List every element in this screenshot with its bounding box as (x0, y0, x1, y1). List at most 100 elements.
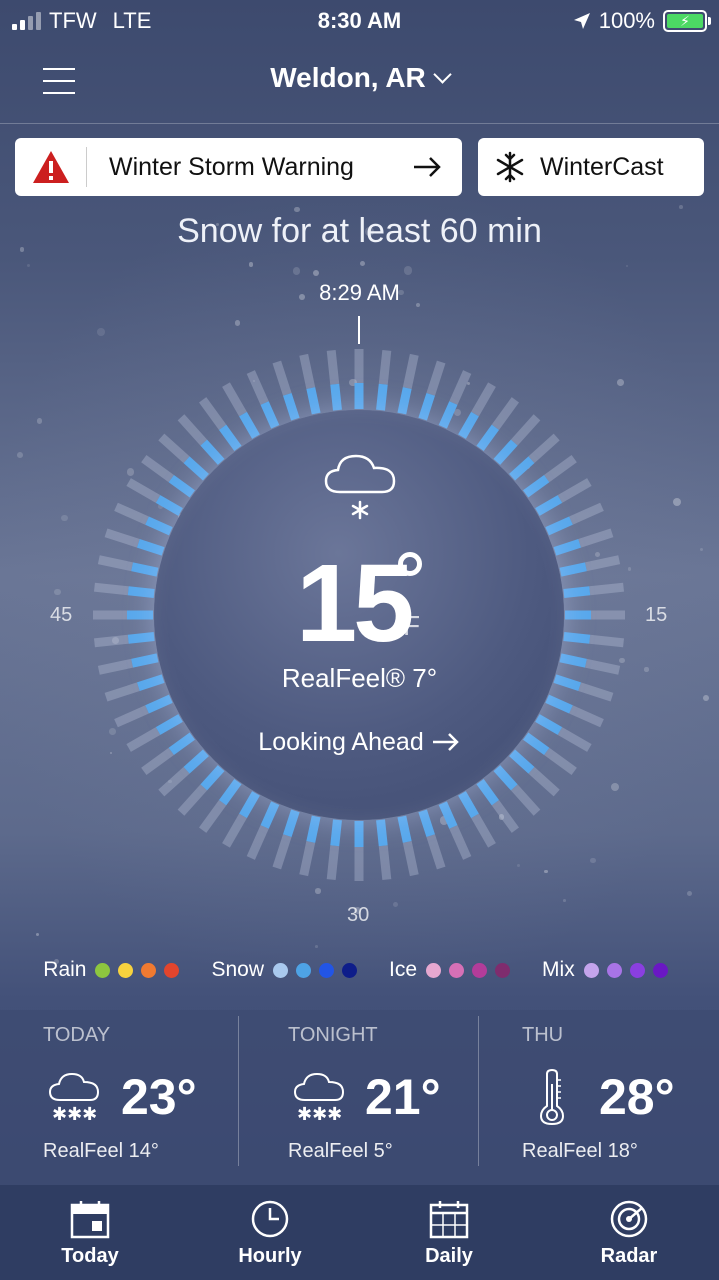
minute-tick-snow (127, 632, 155, 644)
minute-tick-snow (563, 632, 591, 644)
location-arrow-icon (573, 13, 590, 29)
minute-tick-snow (545, 516, 573, 536)
minute-tick-outer (272, 360, 292, 396)
minute-tick-snow (145, 694, 173, 714)
forecast-today[interactable]: TODAY ✱✱✱ 23° RealFeel 14° (0, 1010, 238, 1185)
tab-hourly[interactable]: Hourly (180, 1185, 360, 1280)
snow-particle (315, 888, 321, 894)
snow-particle (158, 504, 164, 510)
snow-particle (198, 469, 204, 475)
forecast-temp: 28° (599, 1069, 675, 1125)
snow-particle (292, 267, 301, 275)
minute-tick-snow (168, 474, 195, 498)
minute-tick-outer (471, 813, 496, 848)
current-temperature: 15 (296, 542, 414, 665)
legend-color-dot (583, 962, 599, 978)
scale-label-30: 30 (347, 904, 370, 926)
minute-tick-outer (199, 397, 227, 430)
snow-particle (97, 328, 105, 336)
minute-tick-outer (104, 528, 140, 548)
minute-tick-outer (426, 360, 446, 396)
minute-tick-outer (378, 845, 392, 881)
minute-tick-outer (141, 455, 174, 483)
minute-tick-outer (114, 705, 149, 728)
snow-particle (702, 695, 709, 702)
precip-message: Snow for at least 60 min (177, 212, 542, 250)
minute-tick-snow (397, 387, 412, 415)
minute-tick-outer (402, 840, 419, 877)
snow-particle (234, 319, 241, 326)
precip-legend: Rain Snow Ice Mix (0, 958, 719, 982)
forecast-realfeel: RealFeel 14° (43, 1140, 159, 1162)
legend-color-dot (296, 962, 312, 978)
legend-color-dot (164, 962, 180, 978)
forecast-tonight[interactable]: TONIGHT ✱✱✱ 21° RealFeel 5° (239, 1010, 478, 1185)
minute-tick-outer (589, 634, 625, 648)
minute-tick-snow (458, 791, 479, 819)
snow-particle (453, 408, 461, 416)
legend-color-dot (273, 962, 289, 978)
forecast-strip: TODAY ✱✱✱ 23° RealFeel 14° TONIGHT ✱✱✱ 2… (0, 1010, 719, 1185)
forecast-title: TODAY (43, 1024, 111, 1046)
minute-tick-outer (246, 825, 269, 860)
legend-color-dot (606, 962, 622, 978)
tab-daily[interactable]: Daily (359, 1185, 539, 1280)
minute-tick-snow (476, 779, 500, 806)
minute-tick-outer (299, 840, 316, 877)
minute-tick-outer (471, 382, 496, 417)
forecast-temp: 23° (121, 1069, 197, 1125)
battery-percent: 100% (598, 8, 655, 33)
snow-particle (126, 468, 135, 477)
legend-color-dot (118, 962, 134, 978)
minute-tick-snow (127, 586, 155, 598)
arrow-right-icon (414, 157, 441, 177)
minute-tick-outer (114, 502, 149, 525)
svg-text:✱✱✱: ✱✱✱ (52, 1104, 97, 1122)
snow-cloud-icon: ✱✱✱ (48, 1072, 100, 1122)
minute-tick-snow (260, 801, 280, 829)
forecast-title: TONIGHT (288, 1024, 378, 1046)
minute-tick-outer (177, 784, 208, 816)
minute-tick-snow (239, 411, 260, 439)
minute-tick-snow (283, 809, 300, 838)
snow-particle (61, 514, 68, 521)
legend-color-dot (629, 962, 645, 978)
snowflake-icon (496, 151, 524, 183)
minute-tick-snow (330, 819, 342, 847)
minute-tick-snow (218, 424, 242, 451)
minute-tick-outer (126, 478, 161, 503)
minute-tick-outer (326, 845, 340, 881)
winter-storm-warning-button[interactable]: Winter Storm Warning (15, 138, 462, 196)
minute-tick-outer (578, 528, 614, 548)
location-name: Weldon, AR (270, 62, 426, 93)
current-realfeel: RealFeel® 7° (281, 663, 438, 693)
forecast-temp: 21° (365, 1069, 441, 1125)
wintercast-button[interactable]: WinterCast (478, 138, 704, 196)
forecast-thu[interactable]: THU 28° RealFeel 18° (479, 1010, 719, 1185)
snow-particle (392, 902, 399, 908)
snow-particle (403, 266, 412, 275)
minute-tick-snow (376, 819, 388, 847)
snow-particle (26, 263, 30, 267)
minute-tick-outer (158, 766, 190, 797)
snow-particle (673, 498, 682, 507)
looking-ahead-link[interactable]: Looking Ahead (0, 728, 719, 757)
warning-icon (15, 147, 87, 187)
minute-tick-outer (569, 502, 604, 525)
minute-tick-outer (378, 349, 392, 385)
legend-color-dot (472, 962, 488, 978)
minute-tick-outer (222, 382, 247, 417)
location-selector[interactable]: Weldon, AR (0, 62, 719, 94)
tab-radar[interactable]: Radar (539, 1185, 719, 1280)
minute-tick-outer (97, 555, 134, 572)
legend-label: Snow (211, 958, 265, 981)
degree-symbol (398, 552, 422, 576)
minute-tick-outer (528, 766, 560, 797)
minute-tick-snow (306, 387, 321, 415)
snow-particle (595, 551, 601, 557)
minute-tick-outer (93, 582, 129, 596)
minute-tick-snow (260, 401, 280, 429)
tab-today[interactable]: Today (0, 1185, 180, 1280)
minute-tick-snow (330, 383, 342, 411)
minute-tick-outer (272, 834, 292, 870)
